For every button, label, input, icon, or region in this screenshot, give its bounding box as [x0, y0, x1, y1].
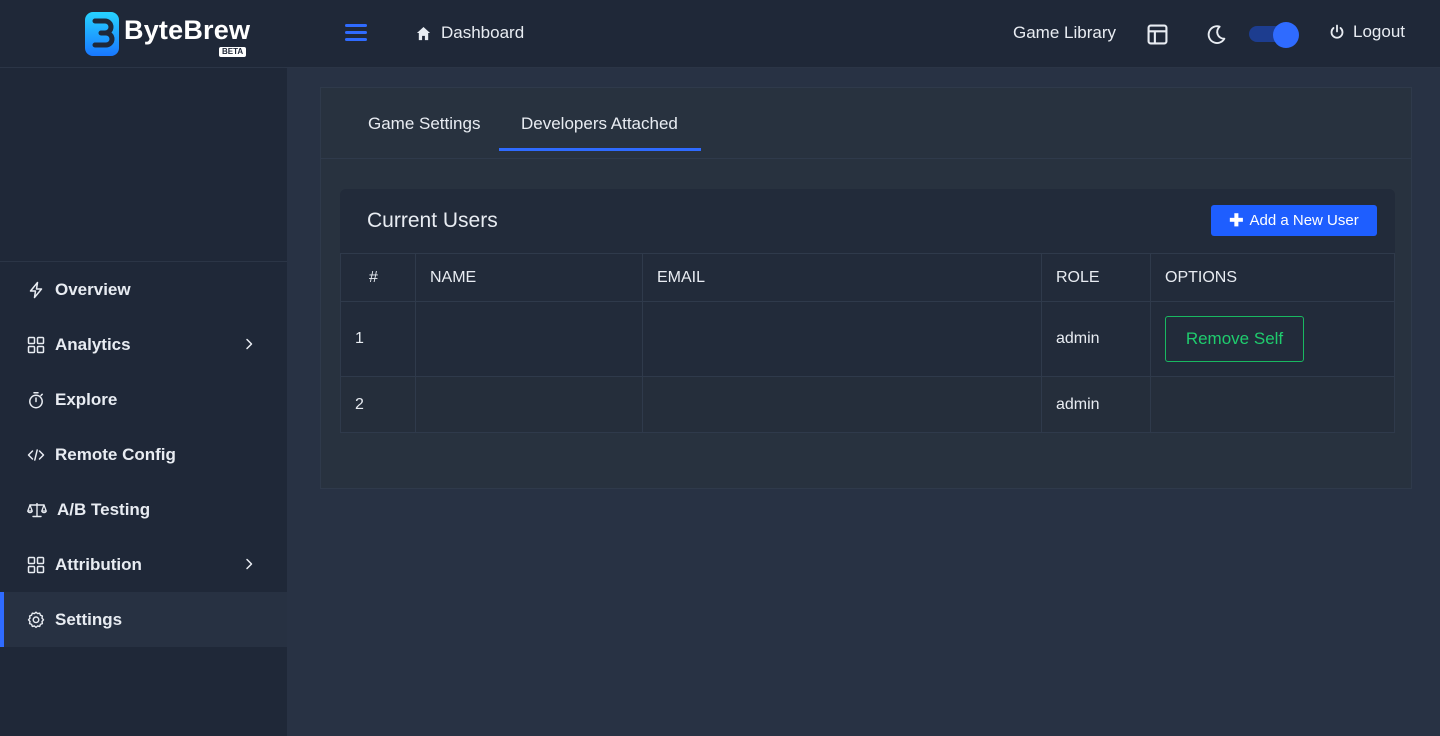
row-name [415, 301, 643, 377]
sidebar-item-label: Remote Config [55, 444, 176, 464]
remove-self-button[interactable]: Remove Self [1165, 316, 1304, 362]
current-users-title: Current Users [367, 209, 498, 232]
beta-badge: BETA [219, 47, 247, 57]
add-user-button[interactable]: ✚ Add a New User [1211, 205, 1377, 236]
row-role: admin [1041, 376, 1151, 433]
breadcrumb-dashboard[interactable]: Dashboard [416, 22, 524, 44]
sidebar-item-remote-config[interactable]: Remote Config [0, 427, 287, 482]
tab-developers-attached[interactable]: Developers Attached [521, 114, 678, 134]
table-row: 2 admin [340, 376, 1395, 433]
layout-icon[interactable] [1147, 24, 1168, 45]
toggle-knob [1273, 22, 1299, 48]
settings-tabs: Game Settings Developers Attached [321, 88, 1411, 159]
sidebar-item-ab-testing[interactable]: A/B Testing [0, 482, 287, 537]
code-icon [27, 448, 45, 461]
sidebar-item-label: Overview [55, 279, 131, 299]
gear-icon [27, 611, 45, 628]
brand-logo[interactable]: ByteBrew BETA [84, 10, 250, 58]
row-role: admin [1041, 301, 1151, 377]
sidebar-item-analytics[interactable]: Analytics [0, 317, 287, 372]
game-library-link[interactable]: Game Library [1013, 23, 1116, 43]
sidebar-item-label: Settings [55, 609, 123, 629]
chevron-right-icon [246, 338, 253, 350]
chevron-right-icon [246, 558, 253, 570]
sidebar: Overview Analytics Explore Remote Config [0, 68, 287, 736]
sidebar-item-settings[interactable]: Settings [0, 592, 287, 647]
column-header-email: EMAIL [642, 253, 1042, 302]
logout-button[interactable]: Logout [1329, 22, 1405, 42]
sidebar-item-explore[interactable]: Explore [0, 372, 287, 427]
table-row: 1 admin Remove Self [340, 301, 1395, 377]
tab-game-settings[interactable]: Game Settings [368, 114, 480, 134]
users-table: # NAME EMAIL ROLE OPTIONS 1 admin Remove… [340, 253, 1395, 433]
row-index: 2 [340, 376, 416, 433]
plus-icon: ✚ [1229, 210, 1244, 230]
sidebar-item-overview[interactable]: Overview [0, 262, 287, 317]
sidebar-item-attribution[interactable]: Attribution [0, 537, 287, 592]
current-users-panel: Current Users ✚ Add a New User # NAME EM… [340, 189, 1395, 433]
column-header-options: OPTIONS [1150, 253, 1395, 302]
logout-label: Logout [1353, 22, 1405, 41]
table-header-row: # NAME EMAIL ROLE OPTIONS [340, 253, 1395, 302]
add-user-label: Add a New User [1249, 212, 1359, 229]
column-header-name: NAME [415, 253, 643, 302]
home-icon [416, 26, 431, 40]
hamburger-icon[interactable] [345, 24, 367, 42]
bolt-icon [29, 281, 43, 298]
sidebar-item-label: Attribution [55, 554, 142, 574]
active-tab-indicator [499, 148, 701, 151]
brand-name: ByteBrew [124, 14, 251, 45]
settings-card: Game Settings Developers Attached Curren… [320, 87, 1412, 489]
top-bar: ByteBrew BETA Dashboard Game Library Log… [0, 0, 1440, 68]
row-options: Remove Self [1150, 301, 1395, 377]
row-email [642, 301, 1042, 377]
power-icon [1330, 24, 1344, 39]
row-index: 1 [340, 301, 416, 377]
scale-icon [27, 502, 47, 517]
sidebar-item-label: Explore [55, 389, 118, 409]
grid-icon [27, 336, 45, 353]
stopwatch-icon [29, 391, 43, 408]
row-name [415, 376, 643, 433]
row-options [1150, 376, 1395, 433]
grid-icon [27, 556, 45, 573]
theme-toggle[interactable] [1249, 22, 1299, 48]
moon-icon[interactable] [1206, 24, 1227, 45]
column-header-role: ROLE [1041, 253, 1151, 302]
column-header-index: # [340, 253, 416, 302]
row-email [642, 376, 1042, 433]
bytebrew-logo-icon [85, 12, 119, 56]
sidebar-item-label: Analytics [55, 334, 131, 354]
sidebar-item-label: A/B Testing [57, 499, 151, 519]
breadcrumb-label: Dashboard [441, 23, 525, 42]
